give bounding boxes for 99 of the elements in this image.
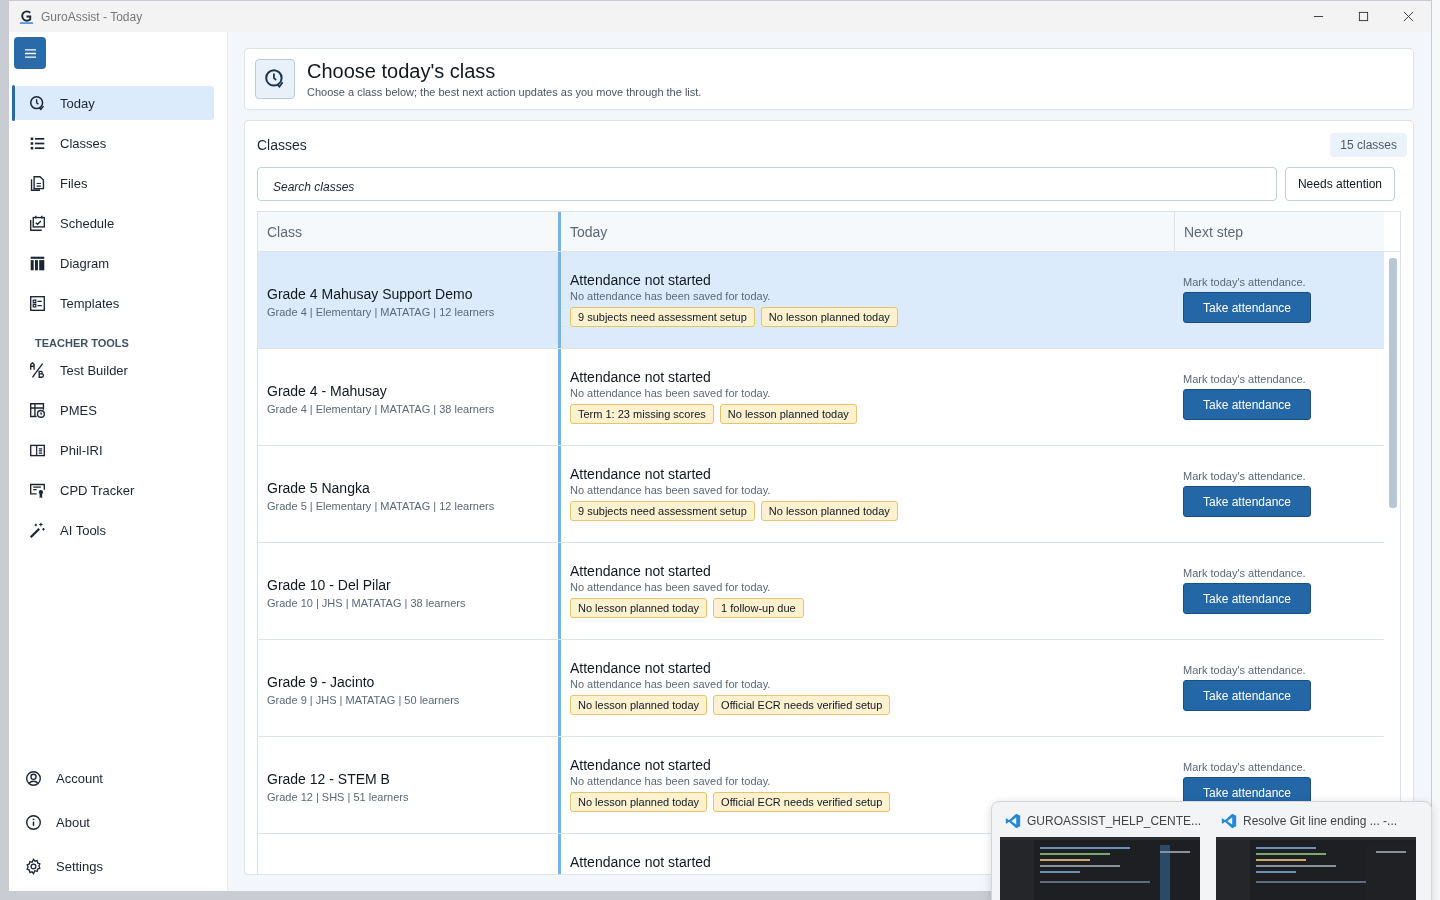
sidebar-item[interactable]: Today [15, 86, 214, 120]
next-step-hint: Mark today's attendance. [1183, 373, 1307, 385]
class-details: Grade 4 | Elementary | MATATAG | 12 learners [267, 306, 496, 318]
table-row[interactable] [258, 640, 1384, 737]
class-name: Grade 4 - Mahusay [267, 383, 388, 399]
warning-tag: No lesson planned today [570, 792, 708, 812]
section-heading: TEACHER TOOLS [35, 337, 130, 349]
warning-tag: No lesson planned today [760, 501, 898, 521]
window-preview[interactable]: GUROASSIST_HELP_CENTE... [1000, 813, 1206, 900]
warning-tag: Official ECR needs verified setup [713, 695, 891, 715]
preview-title: GUROASSIST_HELP_CENTE... [1027, 814, 1202, 828]
status-title: Attendance not started [570, 563, 712, 579]
template-icon [29, 294, 46, 312]
panel-title: Classes [257, 137, 307, 153]
search-field[interactable]: Search classes [257, 167, 1277, 201]
table-row[interactable] [258, 252, 1384, 349]
status-title: Attendance not started [570, 854, 712, 870]
menu-button[interactable] [14, 37, 46, 69]
filter-button[interactable]: Needs attention [1284, 167, 1395, 201]
sidebar-item[interactable]: About [15, 805, 214, 839]
columns-icon [29, 254, 46, 272]
status-detail: No attendance has been saved for today. [570, 290, 772, 302]
class-details: Grade 12 | SHS | 51 learners [267, 791, 410, 803]
table-clock-icon [29, 401, 46, 419]
warning-tag: 9 subjects need assessment setup [570, 501, 755, 521]
class-name: Grade 4 Mahusay Support Demo [267, 286, 474, 302]
status-detail: No attendance has been saved for today. [570, 581, 772, 593]
take-attendance-button[interactable]: Take attendance [1183, 292, 1311, 323]
column-header: Class [266, 222, 303, 242]
class-details: Grade 9 | JHS | MATATAG | 50 learners [267, 694, 461, 706]
certificate-icon [29, 481, 46, 499]
status-title: Attendance not started [570, 660, 712, 676]
warning-tag: No lesson planned today [760, 307, 898, 327]
status-detail: No attendance has been saved for today. [570, 775, 772, 787]
scrollbar-thumb[interactable] [1389, 258, 1397, 508]
sidebar-item[interactable]: Diagram [15, 246, 214, 280]
sidebar-item[interactable]: CPD Tracker [15, 473, 214, 507]
next-step-hint: Mark today's attendance. [1183, 276, 1307, 288]
class-name: Grade 9 - Jacinto [267, 674, 376, 690]
preview-title: Resolve Git line ending ... -... [1243, 814, 1398, 828]
class-name: Grade 12 - STEM B [267, 771, 391, 787]
sidebar-item[interactable]: Phil-IRI [15, 433, 214, 467]
status-title: Attendance not started [570, 757, 712, 773]
sidebar-item[interactable]: Classes [15, 126, 214, 160]
sidebar-item[interactable]: PMES [15, 393, 214, 427]
next-step-hint: Mark today's attendance. [1183, 567, 1307, 579]
code-editor-icon [1221, 813, 1237, 829]
warning-tag: 1 follow-up due [713, 598, 804, 618]
document-icon [29, 174, 46, 192]
calendar-icon [29, 214, 46, 232]
sidebar-item[interactable]: Account [15, 761, 214, 795]
app-logo-icon [19, 9, 34, 24]
sidebar-item[interactable]: Templates [15, 286, 214, 320]
status-detail: No attendance has been saved for today. [570, 678, 772, 690]
account-icon [25, 769, 42, 787]
sidebar-item[interactable]: Schedule [15, 206, 214, 240]
warning-tag: No lesson planned today [570, 695, 708, 715]
table-row[interactable] [258, 446, 1384, 543]
class-details: Grade 4 | Elementary | MATATAG | 38 learners [267, 403, 496, 415]
window-preview[interactable]: Resolve Git line ending ... -... [1216, 813, 1422, 900]
table-row[interactable] [258, 543, 1384, 640]
next-step-hint: Mark today's attendance. [1183, 761, 1307, 773]
clock-icon [29, 94, 46, 112]
page-subtitle: Choose a class below; the best next action updates as you move through the list. [307, 86, 702, 98]
status-title: Attendance not started [570, 466, 712, 482]
next-step-hint: Mark today's attendance. [1183, 664, 1307, 676]
settings-icon [25, 857, 42, 875]
fraction-icon [29, 361, 46, 379]
status-detail: No attendance has been saved for today. [570, 387, 772, 399]
sidebar-item[interactable]: AI Tools [15, 513, 214, 547]
class-details: Grade 10 | JHS | MATATAG | 38 learners [267, 597, 467, 609]
sidebar-item[interactable]: Test Builder [15, 353, 214, 387]
class-name: Grade 5 Nangka [267, 480, 371, 496]
sidebar-item[interactable]: Settings [15, 849, 214, 883]
menu-icon [23, 47, 37, 59]
take-attendance-button[interactable]: Take attendance [1183, 389, 1311, 420]
class-details: Grade 5 | Elementary | MATATAG | 12 learners [267, 500, 496, 512]
status-title: Attendance not started [570, 369, 712, 385]
warning-tag: Official ECR needs verified setup [713, 792, 891, 812]
window-title: GuroAssist - Today [41, 9, 143, 24]
table-row[interactable] [258, 349, 1384, 446]
status-title: Attendance not started [570, 272, 712, 288]
magic-wand-icon [29, 521, 46, 539]
warning-tag: Term 1: 23 missing scores [570, 404, 714, 424]
code-editor-icon [1005, 813, 1021, 829]
count-badge: 15 classes [1330, 133, 1407, 157]
next-step-hint: Mark today's attendance. [1183, 470, 1307, 482]
take-attendance-button[interactable]: Take attendance [1183, 583, 1311, 614]
warning-tag: No lesson planned today [719, 404, 857, 424]
take-attendance-button[interactable]: Take attendance [1183, 486, 1311, 517]
warning-tag: 9 subjects need assessment setup [570, 307, 755, 327]
class-name: Grade 10 - Del Pilar [267, 577, 392, 593]
status-detail: No attendance has been saved for today. [570, 484, 772, 496]
page-title: Choose today's class [307, 60, 497, 83]
warning-tag: No lesson planned today [570, 598, 708, 618]
sidebar-item[interactable]: Files [15, 166, 214, 200]
clock-badge-icon [255, 59, 295, 99]
info-icon [25, 813, 42, 831]
take-attendance-button[interactable]: Take attendance [1183, 680, 1311, 711]
